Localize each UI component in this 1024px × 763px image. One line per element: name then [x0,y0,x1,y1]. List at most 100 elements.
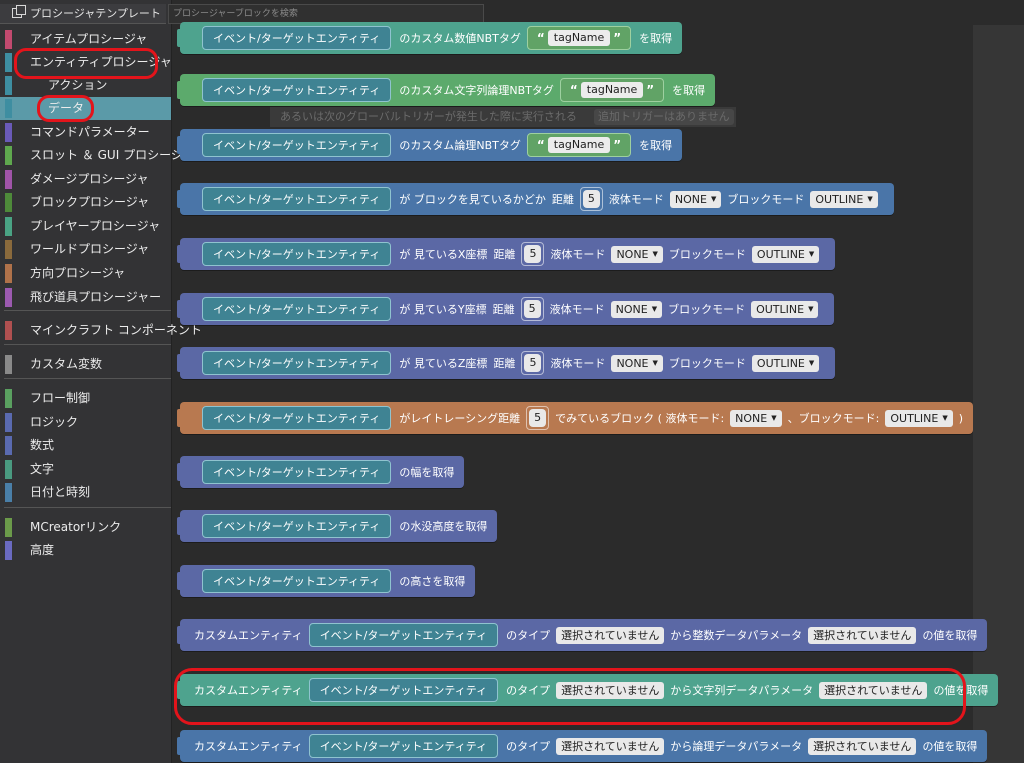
block-mode-dropdown[interactable]: OUTLINE ▼ [751,245,820,263]
entity-input[interactable]: イベント/ターゲットエンティティ [308,623,499,647]
sidebar-item-damage[interactable]: ダメージプロシージャ [0,168,171,191]
entity-input[interactable]: イベント/ターゲットエンティティ [202,187,392,211]
fluid-mode-label: 液体モード [549,303,605,316]
entity-input[interactable]: イベント/ターゲットエンティティ [202,297,392,321]
dropdown-arrow-icon: ▼ [651,304,658,313]
category-color-swatch [5,264,12,283]
entity-input[interactable]: イベント/ターゲットエンティティ [202,78,392,102]
global-trigger-selector[interactable]: 追加トリガーはありません [594,109,734,125]
block-get-eye-height[interactable]: イベント/ターゲットエンティティ の水没高度を取得 [176,510,498,542]
sidebar-item-minecraft-component[interactable]: マインクラフト コンポーネント [0,319,202,342]
fluid-mode-dropdown[interactable]: NONE ▼ [611,245,663,263]
distance-input[interactable]: 5 [579,187,603,211]
entity-input[interactable]: イベント/ターゲットエンティティ [202,351,392,375]
distance-input[interactable]: 5 [521,242,545,266]
distance-value[interactable]: 5 [523,300,541,318]
category-color-swatch [5,389,12,408]
procedure-templates-tab[interactable]: プロシージャテンプレート [0,4,166,24]
sidebar-item-entity[interactable]: エンティティプロシージャ [0,51,172,74]
sidebar-item-direction[interactable]: 方向プロシージャ [0,262,171,285]
entity-input[interactable]: イベント/ターゲットエンティティ [202,514,392,538]
sidebar-item-text[interactable]: 文字 [0,458,171,481]
param-selector[interactable]: 選択されていません [808,737,917,755]
category-color-swatch [5,436,12,455]
templates-tab-label: プロシージャテンプレート [30,7,161,20]
block-custom-entity-int-param[interactable]: カスタムエンティティ イベント/ターゲットエンティティ のタイプ 選択されていま… [176,619,988,651]
string-input[interactable]: “ tagName ” [526,133,632,157]
block-custom-entity-logic-param[interactable]: カスタムエンティティ イベント/ターゲットエンティティ のタイプ 選択されていま… [176,730,988,762]
sidebar-item-label: フロー制御 [30,391,91,405]
block-is-looking-at-block[interactable]: イベント/ターゲットエンティティ が ブロックを見ているかどか 距離 5 液体モ… [177,183,894,215]
sidebar-item-logic[interactable]: ロジック [0,411,171,434]
block-looking-x[interactable]: イベント/ターゲットエンティティ が 見ているX座標 距離 5 液体モード NO… [176,238,836,270]
entity-type-selector[interactable]: 選択されていません [556,737,665,755]
sidebar-item-datetime[interactable]: 日付と時刻 [0,481,171,504]
sidebar-item-custom-variable[interactable]: カスタム変数 [0,353,171,376]
sidebar-item-slot-gui[interactable]: スロット ＆ GUI プロシージャ [0,144,194,167]
block-search-input[interactable]: プロシージャーブロックを検索 [168,4,484,24]
sidebar-item-data[interactable]: データ [0,97,171,120]
entity-input[interactable]: イベント/ターゲットエンティティ [308,734,499,758]
block-looking-y[interactable]: イベント/ターゲットエンティティ が 見ているY座標 距離 5 液体モード NO… [176,293,835,325]
distance-label: 距離 [493,357,516,370]
sidebar-item-action[interactable]: アクション [0,74,171,97]
entity-input[interactable]: イベント/ターゲットエンティティ [202,569,392,593]
entity-input[interactable]: イベント/ターゲットエンティティ [202,242,392,266]
block-mode-dropdown[interactable]: OUTLINE ▼ [751,300,819,318]
sidebar-item-block[interactable]: ブロックプロシージャ [0,191,171,214]
param-selector[interactable]: 選択されていません [808,626,917,644]
category-color-swatch [5,240,12,259]
block-get-custom-string-nbt[interactable]: イベント/ターゲットエンティティ のカスタム文字列論理NBTタグ “ tagNa… [176,74,716,106]
workspace-scrollbar[interactable] [973,25,1024,763]
sidebar-item-math[interactable]: 数式 [0,434,171,457]
block-get-height[interactable]: イベント/ターゲットエンティティ の高さを取得 [176,565,476,597]
block-mode-dropdown[interactable]: OUTLINE ▼ [751,354,820,372]
block-looking-z[interactable]: イベント/ターゲットエンティティ が 見ているZ座標 距離 5 液体モード NO… [176,347,836,379]
value-get-text: の値を取得 [922,629,978,642]
distance-input[interactable]: 5 [521,351,545,375]
sidebar-item-player[interactable]: プレイヤープロシージャ [0,215,171,238]
block-custom-entity-string-param[interactable]: カスタムエンティティ イベント/ターゲットエンティティ のタイプ 選択されていま… [176,674,999,706]
entity-input[interactable]: イベント/ターゲットエンティティ [202,26,392,50]
entity-input[interactable]: イベント/ターゲットエンティティ [202,406,392,430]
block-mode-dropdown[interactable]: OUTLINE ▼ [810,190,878,208]
block-get-custom-number-nbt[interactable]: イベント/ターゲットエンティティ のカスタム数値NBTタグ “ tagName … [176,22,683,54]
block-get-custom-logic-nbt[interactable]: イベント/ターゲットエンティティ のカスタム論理NBTタグ “ tagName … [176,129,683,161]
entity-input[interactable]: イベント/ターゲットエンティティ [202,460,392,484]
param-selector[interactable]: 選択されていません [819,681,928,699]
distance-input[interactable]: 5 [520,297,544,321]
block-mode-dropdown[interactable]: OUTLINE ▼ [885,409,953,427]
entity-input[interactable]: イベント/ターゲットエンティティ [308,678,499,702]
distance-input[interactable]: 5 [526,406,550,430]
block-raytrace-looking-block[interactable]: イベント/ターゲットエンティティ がレイトレーシング距離 5 でみているブロック… [176,402,974,434]
fluid-mode-dropdown[interactable]: NONE ▼ [610,300,663,318]
tagname-field[interactable]: tagName [547,137,611,153]
distance-value[interactable]: 5 [529,409,547,427]
string-input[interactable]: “ tagName ” [559,78,665,102]
sidebar-item-mcreator-link[interactable]: MCreatorリンク [0,516,171,539]
entity-input[interactable]: イベント/ターゲットエンティティ [202,133,392,157]
sidebar-separator [4,378,171,379]
sidebar-item-advanced[interactable]: 高度 [0,539,171,562]
block-mode-value: OUTLINE [756,356,805,370]
fluid-mode-dropdown[interactable]: NONE ▼ [611,354,663,372]
sidebar-item-world[interactable]: ワールドプロシージャ [0,238,171,261]
entity-type-selector[interactable]: 選択されていません [556,626,665,644]
tagname-field[interactable]: tagName [547,30,611,46]
string-input[interactable]: “ tagName ” [526,26,632,50]
sidebar-item-projectile[interactable]: 飛び道具プロシージャー [0,286,171,309]
distance-value[interactable]: 5 [524,245,542,263]
fluid-mode-value: NONE [615,302,648,316]
block-text: のカスタム文字列論理NBTタグ [399,84,554,97]
distance-value[interactable]: 5 [524,354,542,372]
block-text-3: 、ブロックモード: [787,412,880,425]
entity-type-selector[interactable]: 選択されていません [556,681,665,699]
sidebar-item-flow-control[interactable]: フロー制御 [0,387,171,410]
fluid-mode-dropdown[interactable]: NONE ▼ [669,190,722,208]
block-get-width[interactable]: イベント/ターゲットエンティティ の幅を取得 [176,456,465,488]
distance-value[interactable]: 5 [582,190,600,208]
tagname-field[interactable]: tagName [580,82,644,98]
sidebar-item-item[interactable]: アイテムプロシージャ [0,28,171,51]
fluid-mode-dropdown[interactable]: NONE ▼ [730,409,782,427]
sidebar-item-command-param[interactable]: コマンドパラメーター [0,121,171,144]
